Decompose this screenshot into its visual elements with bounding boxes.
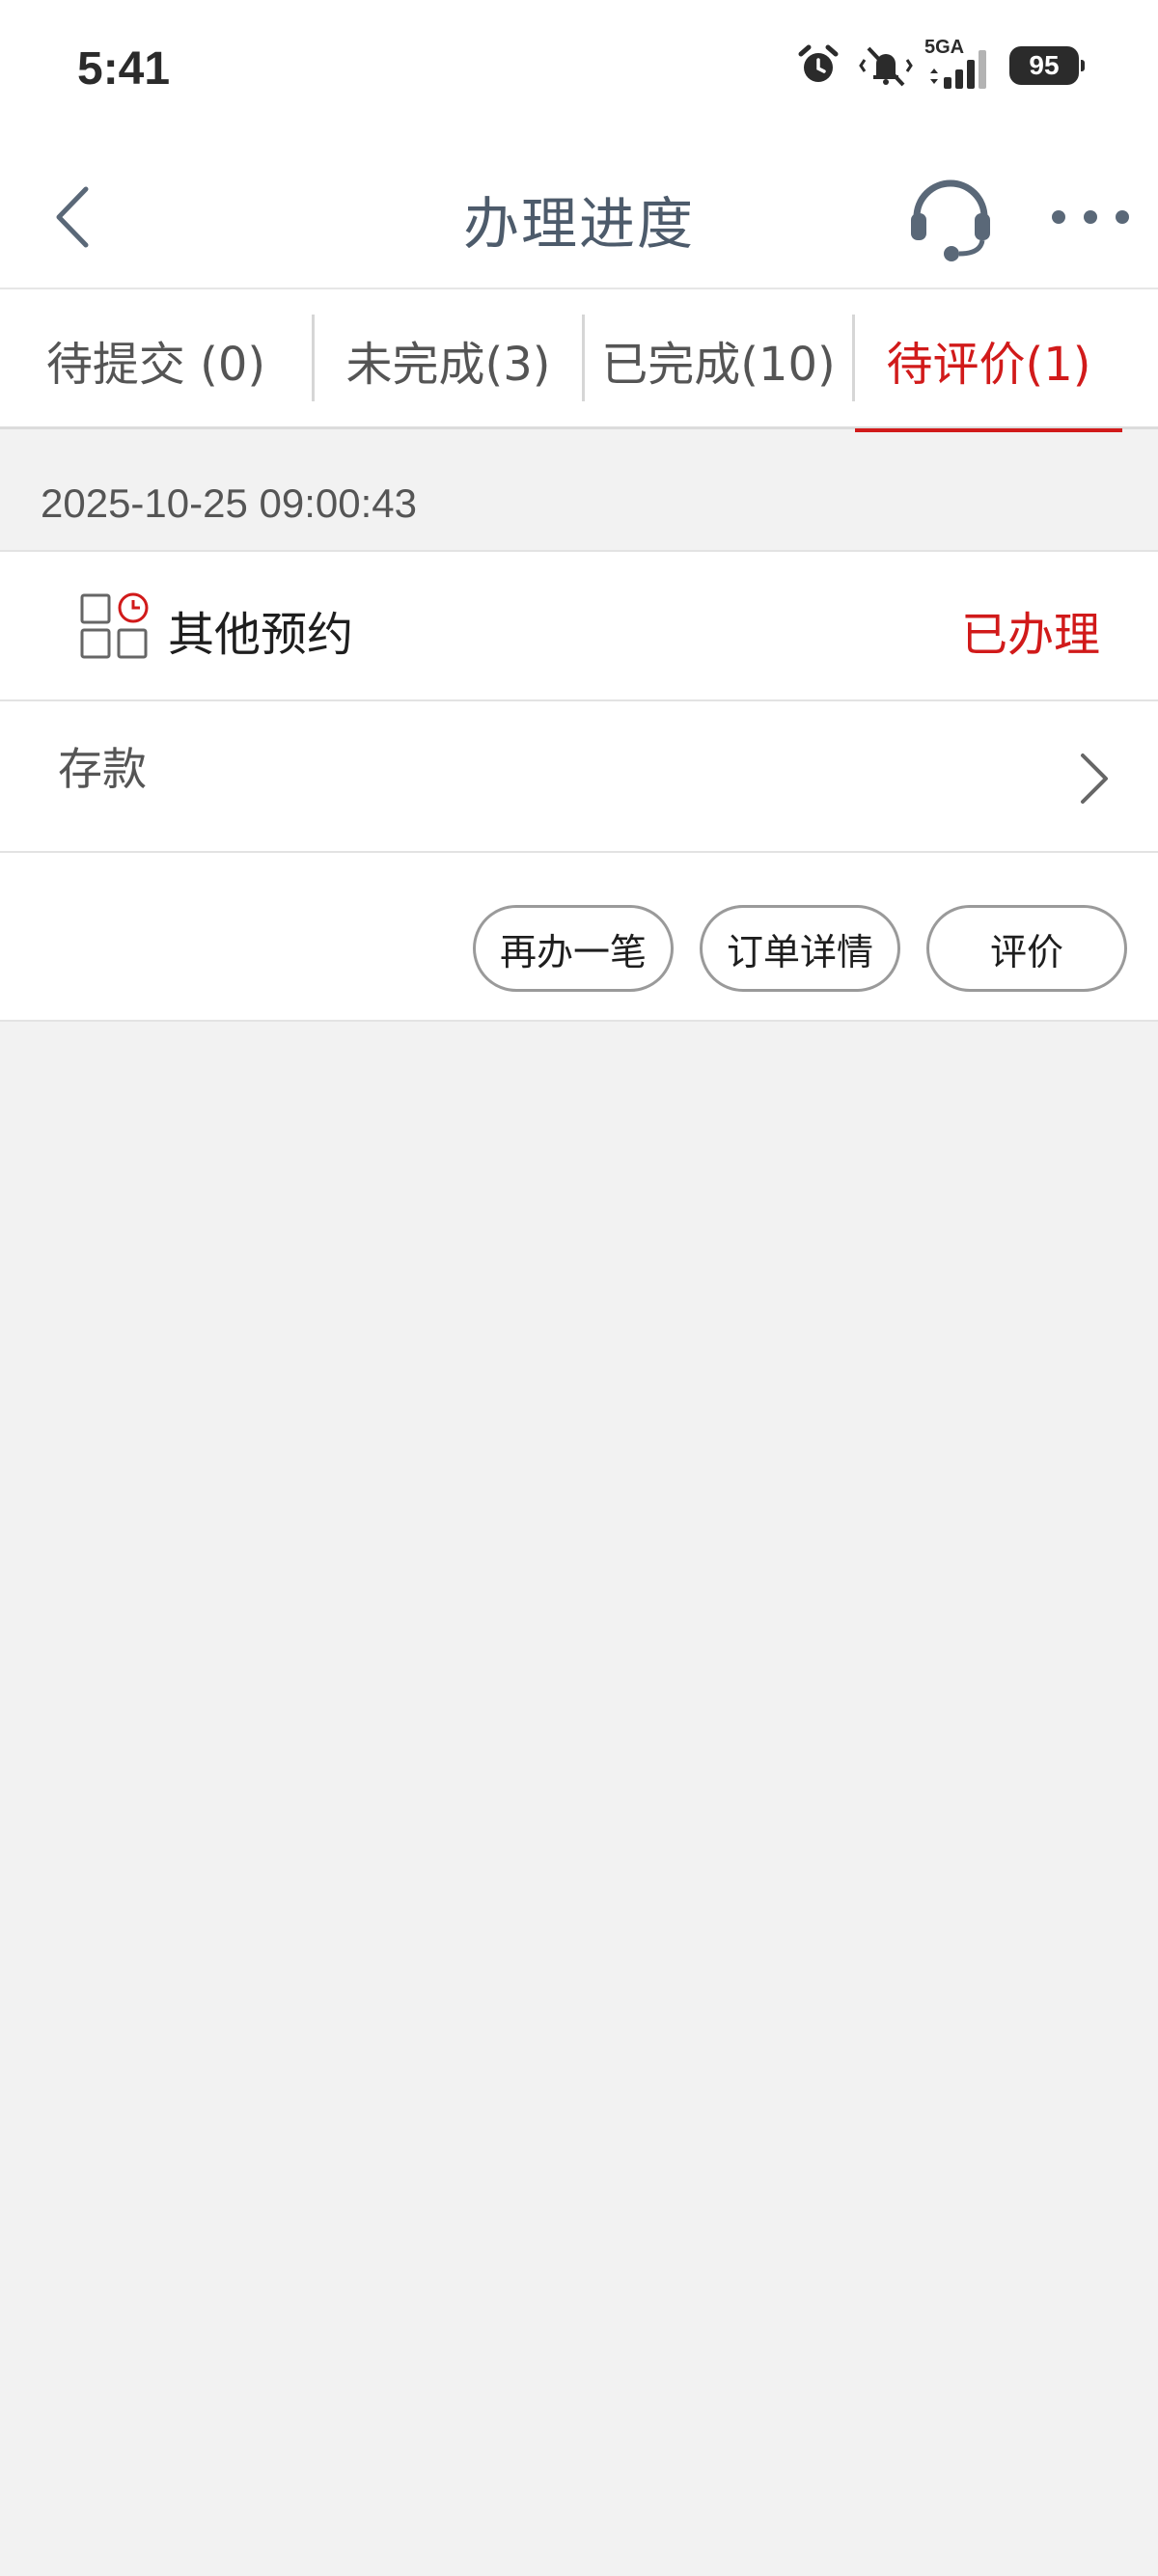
service-type-label: 其他预约	[168, 608, 354, 662]
tab-incomplete[interactable]: 未完成(3)	[315, 289, 582, 429]
status-icons: 5GA 95	[795, 37, 1085, 93]
order-card-header: 其他预约 已办理	[0, 552, 1158, 701]
tab-completed[interactable]: 已完成(10)	[585, 289, 852, 429]
tab-label: 未完成(3)	[345, 337, 551, 392]
customer-service-button[interactable]	[907, 171, 994, 263]
order-datetime: 2025-10-25 09:00:43	[41, 480, 417, 526]
order-actions: 再办一笔 订单详情 评价	[0, 853, 1158, 1022]
headset-icon	[911, 179, 990, 261]
more-icon-dot	[1052, 210, 1065, 224]
order-status: 已办理	[960, 608, 1100, 662]
order-date-header: 2025-10-25 09:00:43	[0, 432, 1158, 552]
mute-vibrate-icon	[859, 46, 913, 87]
nav-bar: 办理进度	[0, 140, 1158, 289]
status-bar: 5:41 5GA 95	[0, 0, 1158, 140]
tab-label: 待评价(1)	[886, 337, 1091, 392]
more-button[interactable]	[1052, 198, 1129, 236]
order-details-button[interactable]: 订单详情	[700, 905, 900, 992]
battery-icon: 95	[1009, 46, 1085, 85]
status-time: 5:41	[77, 43, 171, 95]
alarm-icon	[798, 44, 839, 82]
order-card: 其他预约 已办理 存款 再办一笔 订单详情 评价	[0, 552, 1158, 1022]
appointment-icon	[80, 592, 149, 659]
more-icon-dot	[1084, 210, 1097, 224]
screen: 5:41 5GA 95 办理进度 待提交 (0) 未完成(3) 已完成(10) …	[0, 0, 1158, 2576]
signal-group: 5GA	[924, 37, 994, 91]
tab-pending-submit[interactable]: 待提交 (0)	[0, 289, 312, 429]
tab-pending-review[interactable]: 待评价(1)	[855, 289, 1122, 432]
more-icon-dot	[1116, 210, 1129, 224]
chevron-right-icon	[1081, 754, 1108, 804]
tab-label: 待提交 (0)	[45, 337, 266, 392]
order-item-row[interactable]: 存款	[0, 701, 1158, 853]
rate-button[interactable]: 评价	[926, 905, 1127, 992]
tab-label: 已完成(10)	[601, 337, 836, 392]
signal-icon	[930, 50, 986, 89]
redo-order-button[interactable]: 再办一笔	[473, 905, 674, 992]
status-tabs: 待提交 (0) 未完成(3) 已完成(10) 待评价(1)	[0, 289, 1158, 432]
order-item-name: 存款	[58, 743, 147, 795]
